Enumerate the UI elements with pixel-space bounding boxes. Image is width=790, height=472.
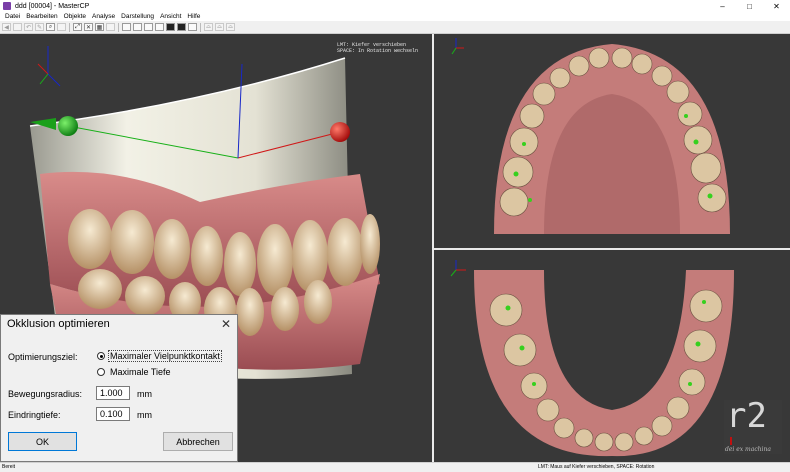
back-icon[interactable]: ◀ xyxy=(2,23,11,31)
radio-max-depth[interactable] xyxy=(97,368,105,376)
depth-label: Eindringtiefe: xyxy=(8,410,61,420)
view-top-icon[interactable] xyxy=(155,23,164,31)
fit-view-icon[interactable]: ⤢ xyxy=(73,23,82,31)
view-solid-icon[interactable] xyxy=(166,23,175,31)
ok-button[interactable]: OK xyxy=(8,432,77,451)
minimize-button[interactable]: – xyxy=(709,0,736,12)
pointer-icon[interactable] xyxy=(106,23,115,31)
dialog-title: Okklusion optimieren xyxy=(7,318,110,330)
menu-analyse[interactable]: Analyse xyxy=(92,13,115,20)
app-icon xyxy=(3,2,11,10)
view-wire-icon[interactable] xyxy=(188,23,197,31)
close-window-button[interactable]: ✕ xyxy=(763,0,790,12)
radius-input[interactable]: 1.000 xyxy=(96,386,130,400)
menu-bar: Datei Bearbeiten Objekte Analyse Darstel… xyxy=(0,12,790,21)
window-title: ddd [00004] - MasterCP xyxy=(15,2,90,10)
title-bar: ddd [00004] - MasterCP – □ ✕ xyxy=(0,0,790,12)
grid-icon[interactable]: ▦ xyxy=(95,23,104,31)
option-max-depth-label[interactable]: Maximale Tiefe xyxy=(110,367,171,377)
undo-icon[interactable]: ↶ xyxy=(24,23,33,31)
both-jaws-icon[interactable]: ⌓ xyxy=(226,23,235,31)
zoom-icon[interactable]: ⌕ xyxy=(46,23,55,31)
view-front-icon[interactable] xyxy=(122,23,131,31)
upper-jaw-viewport[interactable] xyxy=(434,34,790,248)
menu-bearbeiten[interactable]: Bearbeiten xyxy=(26,13,57,20)
maximize-button[interactable]: □ xyxy=(736,0,763,12)
radio-max-multipoint[interactable] xyxy=(97,352,105,360)
menu-datei[interactable]: Datei xyxy=(5,13,20,20)
r2-logo: r2 dei ex machina xyxy=(724,396,782,454)
view-right-icon[interactable] xyxy=(144,23,153,31)
menu-darstellung[interactable]: Darstellung xyxy=(121,13,154,20)
lower-jaw-icon[interactable]: ⌓ xyxy=(215,23,224,31)
toolbar-separator xyxy=(200,22,201,32)
occlusion-optimize-dialog: Okklusion optimieren ✕ Optimierungsziel:… xyxy=(0,314,238,462)
logo-accent xyxy=(730,437,732,445)
menu-objekte[interactable]: Objekte xyxy=(64,13,86,20)
save-icon[interactable] xyxy=(13,23,22,31)
radius-label: Bewegungsradius: xyxy=(8,389,83,399)
radius-unit: mm xyxy=(137,389,152,399)
menu-hilfe[interactable]: Hilfe xyxy=(187,13,200,20)
goal-label: Optimierungsziel: xyxy=(8,352,78,362)
depth-input[interactable]: 0.100 xyxy=(96,407,130,421)
toolbar-separator xyxy=(69,22,70,32)
toolbar-separator xyxy=(118,22,119,32)
cancel-button[interactable]: Abbrechen xyxy=(163,432,233,451)
view-left-icon[interactable] xyxy=(133,23,142,31)
axis-indicator xyxy=(37,46,61,87)
view-dark-icon[interactable] xyxy=(177,23,186,31)
pen-icon[interactable]: ✎ xyxy=(35,23,44,31)
menu-ansicht[interactable]: Ansicht xyxy=(160,13,181,20)
lower-jaw-viewport[interactable]: r2 dei ex machina xyxy=(434,250,790,462)
axis-indicator xyxy=(451,38,464,55)
upper-jaw-occlusal-view xyxy=(451,38,730,234)
upper-jaw-icon[interactable]: ⌓ xyxy=(204,23,213,31)
toolbar: ◀ ↶ ✎ ⌕ ⤢ ✕ ▦ ⌓ ⌓ ⌓ xyxy=(0,21,790,34)
navigation-hint: LMT: Kiefer verschieben SPACE: In Rotati… xyxy=(337,42,419,54)
status-hint: LMT: Maus auf Kiefer verschieben, SPACE:… xyxy=(538,464,655,470)
status-ready: Bereit xyxy=(2,464,16,470)
pin-icon[interactable] xyxy=(57,23,66,31)
logo-tagline: dei ex machina xyxy=(725,446,771,453)
option-max-multipoint-label[interactable]: Maximaler Vielpunktkontakt xyxy=(108,350,222,362)
dialog-close-icon[interactable]: ✕ xyxy=(221,317,231,331)
shrink-view-icon[interactable]: ✕ xyxy=(84,23,93,31)
depth-unit: mm xyxy=(137,410,152,420)
axis-indicator xyxy=(450,260,466,277)
logo-text: r2 xyxy=(726,396,767,436)
